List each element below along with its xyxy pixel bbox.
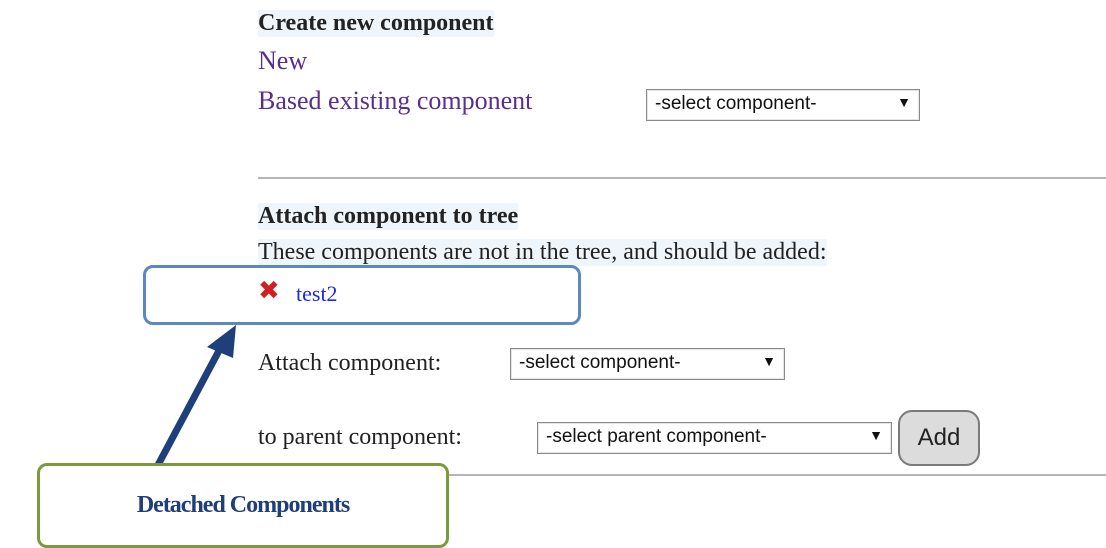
attach-component-heading: Attach component to tree [258,203,519,230]
select-value: -select component- [519,352,681,373]
callout-label: Detached Components [136,492,350,518]
existing-component-select[interactable]: -select component- ▼ [646,89,920,121]
attach-component-select[interactable]: -select component- ▼ [510,348,785,380]
dropdown-arrow-icon: ▼ [762,353,776,369]
section-divider [258,177,1106,179]
select-value: -select component- [655,93,817,114]
detached-description: These components are not in the tree, an… [258,239,827,266]
create-component-heading: Create new component [258,10,494,37]
based-existing-component-link[interactable]: Based existing component [258,86,532,116]
parent-component-select[interactable]: -select parent component- ▼ [537,422,892,454]
detached-components-highlight-box [143,265,581,325]
detached-components-callout: Detached Components [37,463,449,548]
new-component-link[interactable]: New [258,46,307,76]
dropdown-arrow-icon: ▼ [897,94,911,110]
attach-component-label: Attach component: [258,350,442,376]
dropdown-arrow-icon: ▼ [869,427,883,443]
select-value: -select parent component- [546,426,767,447]
parent-component-label: to parent component: [258,424,462,450]
add-button[interactable]: Add [898,410,980,466]
